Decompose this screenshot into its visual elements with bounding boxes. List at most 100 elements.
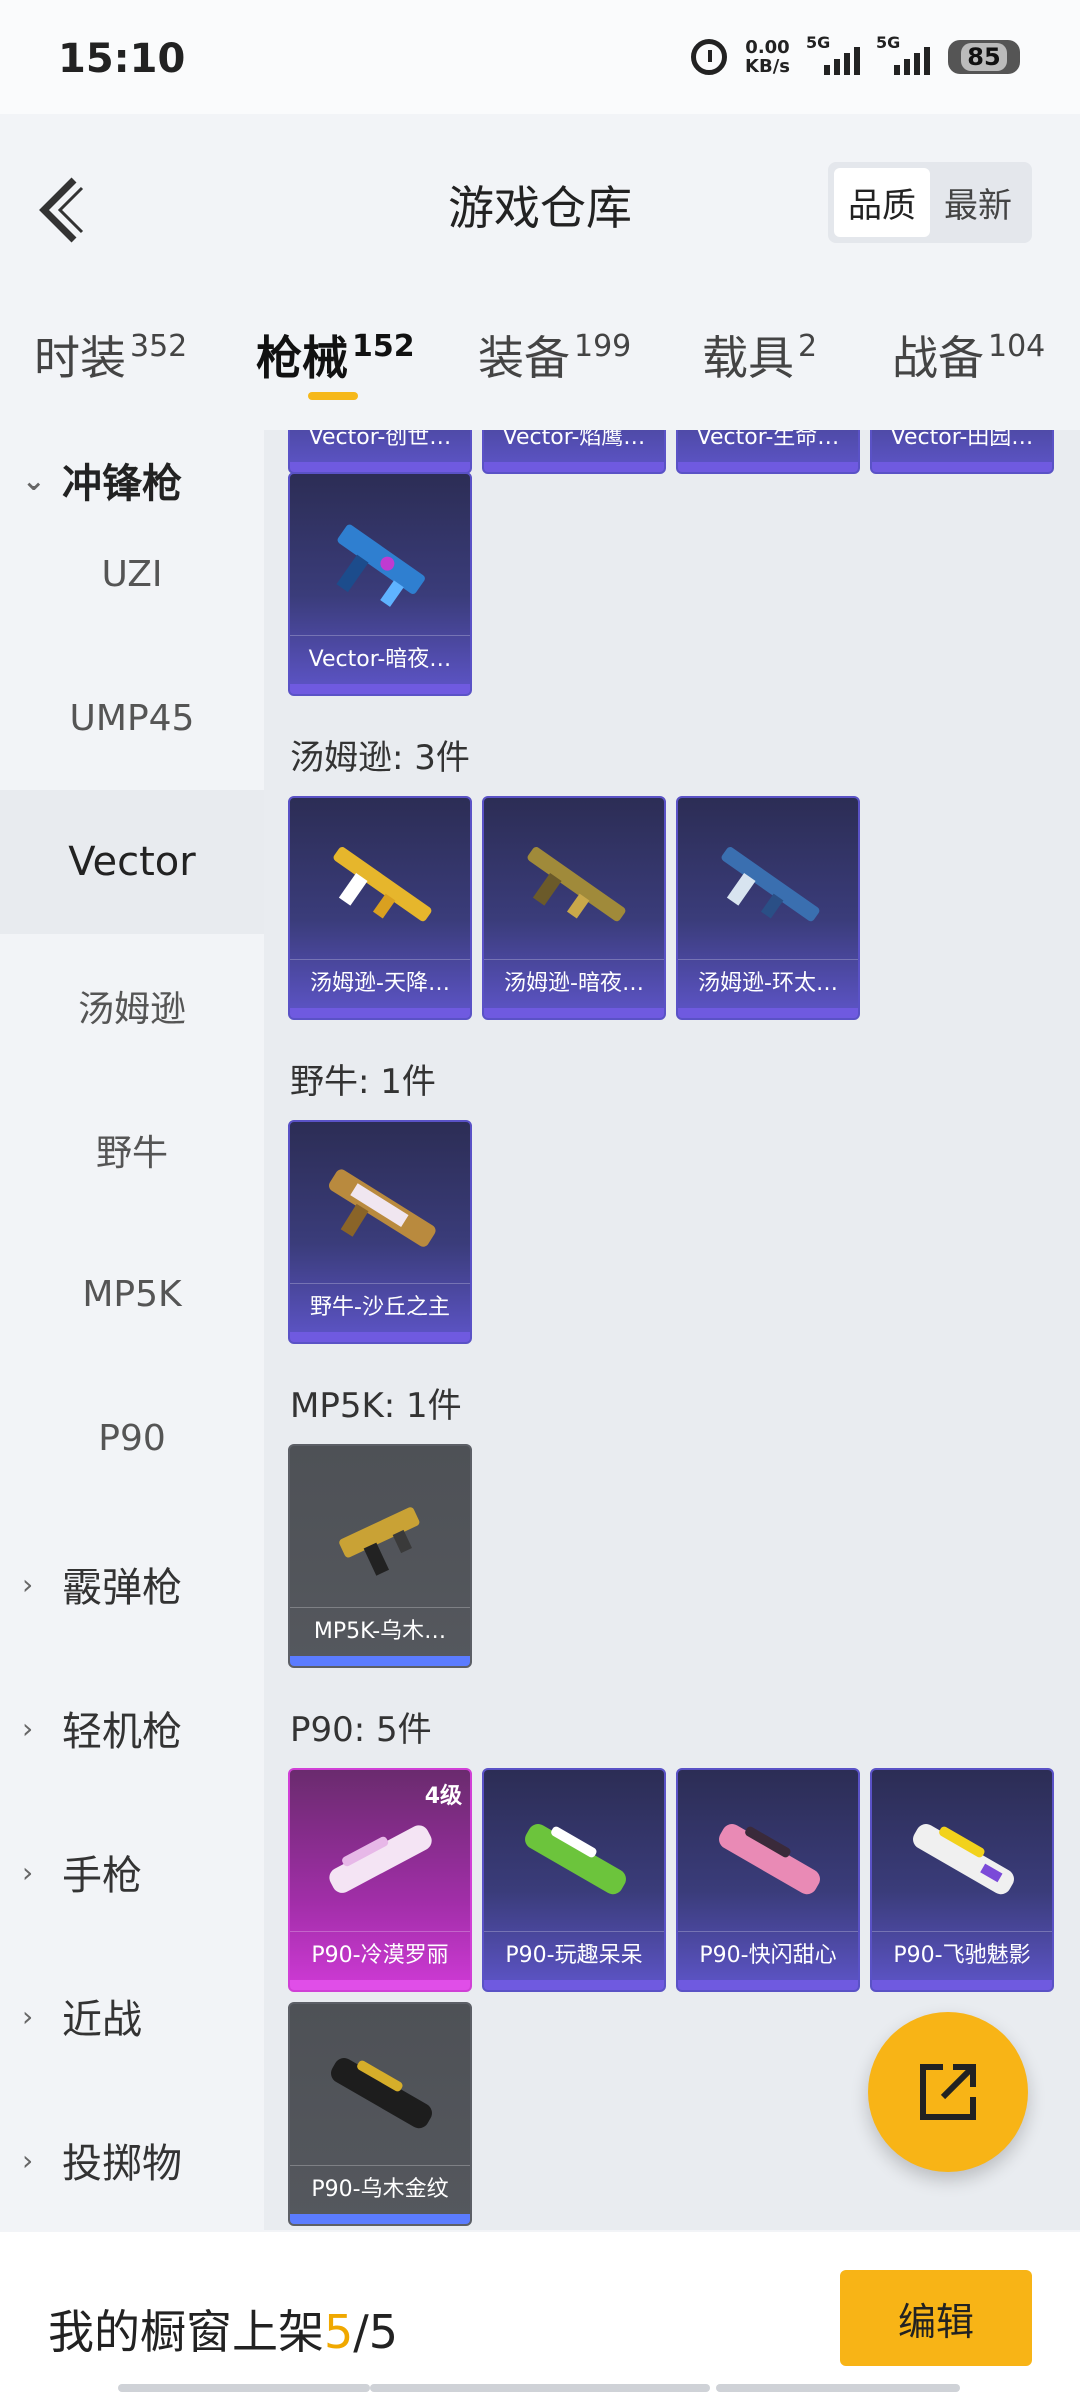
sort-newest-button[interactable]: 最新	[930, 168, 1026, 237]
item-caption: P90-快闪甜心	[678, 1931, 858, 1980]
share-fab[interactable]	[868, 2012, 1028, 2172]
item-caption: 汤姆逊-暗夜…	[484, 959, 664, 1008]
item-caption: Vector-生命…	[678, 430, 858, 462]
p90-skin-icon	[913, 1824, 1014, 1895]
p90-skin-icon	[719, 1824, 820, 1895]
status-icons: 0.00 KB/s 5G 5G 85	[691, 33, 1020, 77]
sidebar-item-thompson[interactable]: 汤姆逊	[0, 934, 264, 1078]
item-card[interactable]: 野牛-沙丘之主	[288, 1120, 472, 1344]
shelf-status: 我的橱窗上架5/5	[48, 2296, 398, 2362]
nav-indicator	[370, 2384, 710, 2392]
bottom-bar: 我的橱窗上架5/5 编辑	[0, 2232, 1080, 2400]
chevron-right-icon: ›	[22, 1567, 34, 1601]
sidebar-category-lmg[interactable]: › 轻机枪	[0, 1678, 264, 1778]
sort-toggle: 品质 最新	[828, 162, 1032, 243]
group-label: MP5K: 1件	[290, 1386, 462, 1426]
chevron-right-icon: ›	[22, 2143, 34, 2177]
signal-icon-2: 5G	[876, 33, 930, 75]
item-caption: P90-玩趣呆呆	[484, 1931, 664, 1980]
bizon-skin-icon	[328, 1169, 436, 1247]
group-label: P90: 5件	[290, 1710, 432, 1750]
alarm-icon	[691, 39, 728, 75]
sidebar-category-pistol[interactable]: › 手枪	[0, 1822, 264, 1922]
item-card[interactable]: 汤姆逊-暗夜…	[482, 796, 666, 1020]
smg-skin-icon	[336, 524, 425, 607]
signal-label-2: 5G	[876, 33, 901, 52]
p90-skin-icon	[329, 1825, 432, 1893]
nav-indicator	[716, 2384, 960, 2392]
category-label: 手枪	[62, 1853, 142, 1899]
chevron-right-icon: ›	[22, 1999, 34, 2033]
item-card[interactable]: 汤姆逊-环太…	[676, 796, 860, 1020]
item-caption: 汤姆逊-天降…	[290, 959, 470, 1008]
tab-vehicles[interactable]: 载具 2	[702, 322, 817, 388]
item-caption: 汤姆逊-环太…	[678, 959, 858, 1008]
battery-level: 85	[961, 43, 1007, 71]
tab-supplies[interactable]: 战备 104	[892, 322, 1045, 388]
tab-label: 枪械	[256, 331, 348, 385]
item-grid: Vector-创世… Vector-焰鹰… Vector-生命… Vector-…	[264, 430, 1080, 2230]
item-card[interactable]: 汤姆逊-天降…	[288, 796, 472, 1020]
item-caption: Vector-暗夜…	[290, 635, 470, 684]
header: 游戏仓库 品质 最新	[0, 114, 1080, 286]
tab-guns[interactable]: 枪械 152	[256, 322, 415, 388]
tab-count: 152	[352, 329, 415, 364]
item-card[interactable]: 4级 P90-冷漠罗丽	[288, 1768, 472, 1992]
item-card[interactable]: MP5K-乌木…	[288, 1444, 472, 1668]
sidebar-category-shotgun[interactable]: › 霰弹枪	[0, 1534, 264, 1634]
item-card[interactable]: Vector-焰鹰…	[482, 430, 666, 474]
chevron-down-icon: ⌄	[22, 463, 46, 497]
item-caption: Vector-焰鹰…	[484, 430, 664, 462]
item-caption: MP5K-乌木…	[290, 1607, 470, 1656]
sidebar-item-ump45[interactable]: UMP45	[0, 646, 264, 790]
tab-fashion[interactable]: 时装 352	[34, 322, 187, 388]
item-card[interactable]: Vector-创世…	[288, 430, 472, 474]
item-card[interactable]: Vector-生命…	[676, 430, 860, 474]
sidebar-item-bizon[interactable]: 野牛	[0, 1078, 264, 1222]
shelf-count: 5	[324, 2305, 354, 2359]
category-label: 冲锋枪	[62, 461, 182, 507]
item-card[interactable]: P90-飞驰魅影	[870, 1768, 1054, 1992]
category-label: 轻机枪	[62, 1709, 182, 1755]
sort-quality-button[interactable]: 品质	[834, 168, 930, 237]
chevron-right-icon: ›	[22, 1855, 34, 1889]
group-label: 野牛: 1件	[290, 1062, 436, 1102]
sidebar-item-mp5k[interactable]: MP5K	[0, 1222, 264, 1366]
item-card[interactable]: Vector-暗夜…	[288, 472, 472, 696]
item-caption: P90-冷漠罗丽	[290, 1931, 470, 1980]
item-caption: Vector-田园…	[872, 430, 1052, 462]
tab-count: 104	[988, 329, 1046, 364]
status-time: 15:10	[58, 36, 186, 82]
net-speed-value: 0.00	[745, 37, 790, 58]
item-card[interactable]: P90-玩趣呆呆	[482, 1768, 666, 1992]
item-caption: Vector-创世…	[290, 430, 470, 462]
tab-label: 载具	[702, 331, 794, 385]
sidebar: ⌄ 冲锋枪 UZI UMP45 Vector 汤姆逊 野牛 MP5K P90 ›…	[0, 430, 264, 2230]
sidebar-item-p90[interactable]: P90	[0, 1366, 264, 1510]
thompson-skin-icon	[527, 847, 626, 922]
group-label: 汤姆逊: 3件	[290, 738, 470, 778]
mp5k-skin-icon	[339, 1507, 420, 1576]
net-speed-unit: KB/s	[745, 56, 790, 77]
sidebar-category-throwable[interactable]: › 投掷物	[0, 2110, 264, 2210]
sidebar-item-uzi[interactable]: UZI	[0, 502, 264, 646]
tab-label: 时装	[34, 331, 126, 385]
p90-skin-icon	[525, 1824, 626, 1895]
nav-indicator	[118, 2384, 370, 2392]
tab-equipment[interactable]: 装备 199	[478, 322, 631, 388]
thompson-skin-icon	[721, 847, 820, 922]
item-card[interactable]: Vector-田园…	[870, 430, 1054, 474]
item-card[interactable]: P90-乌木金纹	[288, 2002, 472, 2226]
tab-count: 199	[574, 329, 632, 364]
category-tabs: 时装 352 枪械 152 装备 199 载具 2 战备 104	[0, 300, 1080, 430]
item-card[interactable]: P90-快闪甜心	[676, 1768, 860, 1992]
status-bar: 15:10 0.00 KB/s 5G 5G 85	[0, 0, 1080, 114]
edit-button[interactable]: 编辑	[840, 2270, 1032, 2366]
thompson-skin-icon	[333, 847, 432, 922]
signal-label: 5G	[806, 33, 831, 52]
p90-skin-icon	[331, 2058, 432, 2129]
category-label: 霰弹枪	[62, 1565, 182, 1611]
battery-icon: 85	[948, 40, 1020, 74]
sidebar-category-melee[interactable]: › 近战	[0, 1966, 264, 2066]
sidebar-item-vector[interactable]: Vector	[0, 790, 264, 934]
